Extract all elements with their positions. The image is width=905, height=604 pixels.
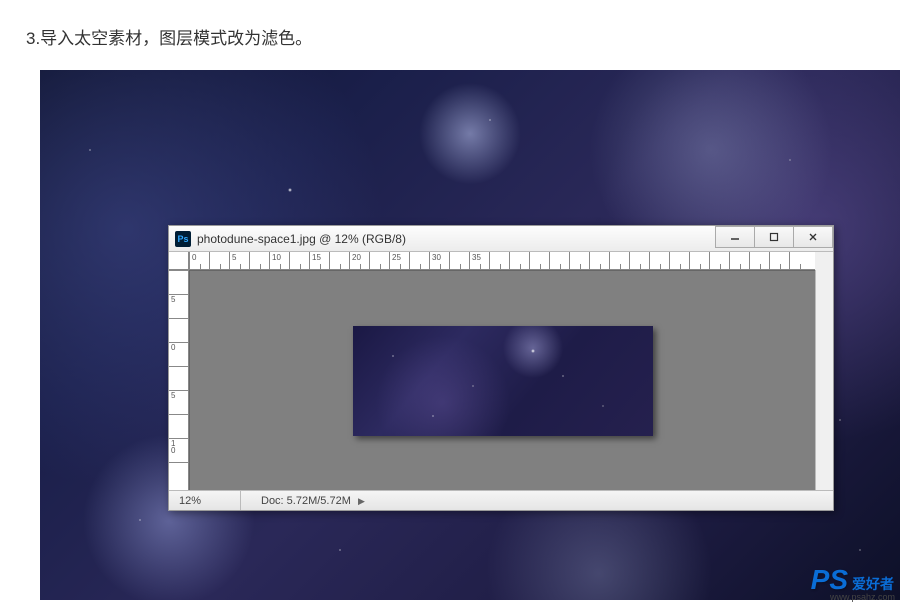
h-tick-label: 25 <box>392 253 401 262</box>
h-tick-label: 30 <box>432 253 441 262</box>
titlebar[interactable]: Ps photodune-space1.jpg @ 12% (RGB/8) <box>169 226 833 252</box>
statusbar: 12% Doc: 5.72M/5.72M ▶ <box>169 490 833 510</box>
tutorial-step-caption: 3.导入太空素材，图层模式改为滤色。 <box>0 0 905 73</box>
v-tick-label: 5 <box>171 392 179 399</box>
canvas-area[interactable] <box>189 270 815 490</box>
horizontal-ruler[interactable]: 0 5 10 15 20 25 30 35 <box>189 252 815 270</box>
space-material-image[interactable] <box>353 326 653 436</box>
chevron-right-icon: ▶ <box>358 496 365 506</box>
doc-size-text: Doc: 5.72M/5.72M <box>261 495 351 507</box>
v-tick-label: 10 <box>171 440 179 454</box>
photoshop-icon: Ps <box>175 231 191 247</box>
watermark-text: 爱好者 <box>852 574 894 594</box>
photoshop-document-window[interactable]: Ps photodune-space1.jpg @ 12% (RGB/8) 0 … <box>168 225 834 511</box>
h-tick-label: 0 <box>192 253 196 262</box>
h-tick-label: 10 <box>272 253 281 262</box>
ruler-origin[interactable] <box>169 252 189 270</box>
vertical-ruler[interactable]: 5 0 5 10 <box>169 270 189 490</box>
document-size[interactable]: Doc: 5.72M/5.72M ▶ <box>241 495 365 507</box>
h-tick-label: 15 <box>312 253 321 262</box>
watermark-url: www.psahz.com <box>830 592 895 602</box>
minimize-button[interactable] <box>715 226 755 248</box>
vertical-scrollbar[interactable] <box>815 270 833 490</box>
v-tick-label: 0 <box>171 344 179 351</box>
background-galaxy-image: Ps photodune-space1.jpg @ 12% (RGB/8) 0 … <box>40 70 900 600</box>
window-title: photodune-space1.jpg @ 12% (RGB/8) <box>197 232 716 246</box>
h-tick-label: 35 <box>472 253 481 262</box>
h-tick-label: 20 <box>352 253 361 262</box>
h-tick-label: 5 <box>232 253 236 262</box>
v-tick-label: 5 <box>171 296 179 303</box>
window-controls <box>716 226 833 251</box>
zoom-level[interactable]: 12% <box>169 491 241 510</box>
maximize-button[interactable] <box>754 226 794 248</box>
close-button[interactable] <box>793 226 833 248</box>
